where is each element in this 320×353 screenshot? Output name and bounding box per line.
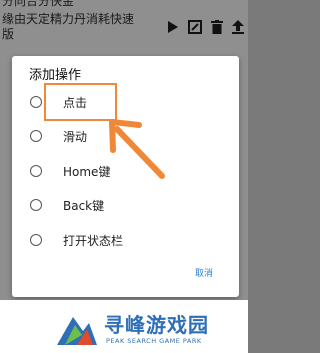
watermark-logo-icon: [57, 317, 97, 345]
watermark-subtitle: PEAK SEARCH GAME PARK: [106, 337, 202, 345]
watermark-title: 寻峰游戏园: [104, 313, 209, 337]
watermark: 寻峰游戏园 PEAK SEARCH GAME PARK: [0, 300, 248, 353]
